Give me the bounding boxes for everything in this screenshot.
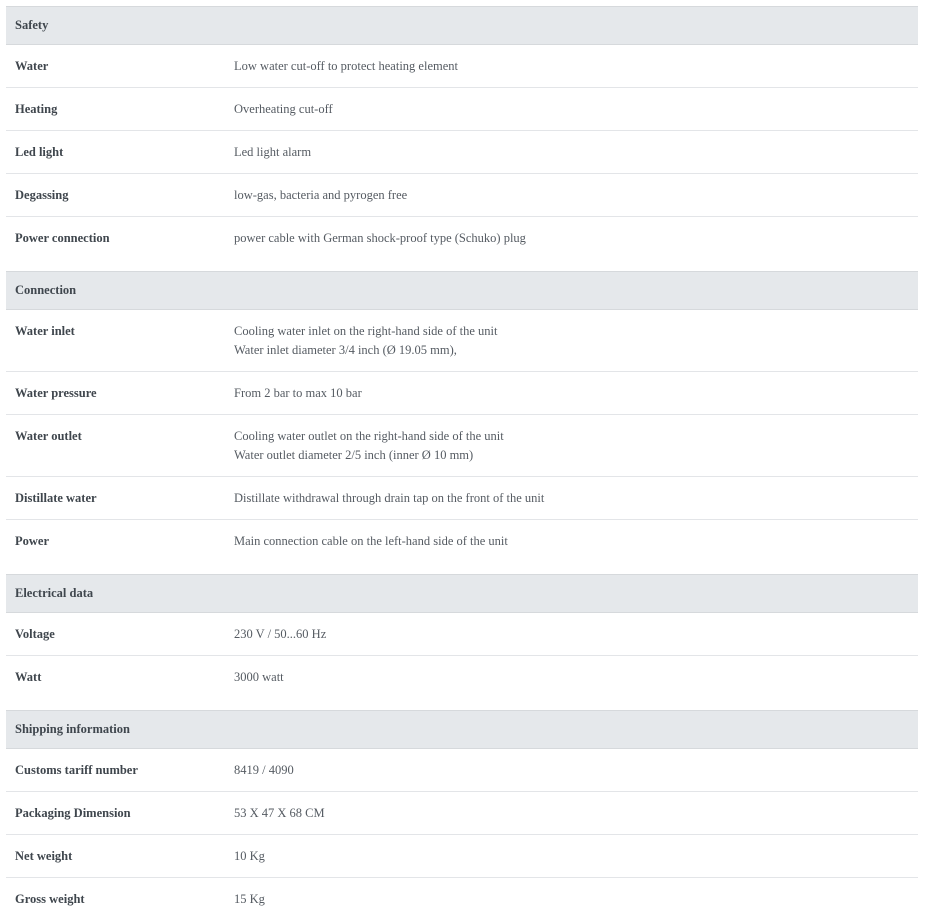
section-title: Safety (6, 6, 918, 45)
spec-row: Net weight 10 Kg (6, 835, 918, 878)
spec-label: Led light (15, 145, 64, 159)
spec-value: Cooling water inlet on the right-hand si… (234, 322, 918, 360)
spec-section: Electrical data Voltage 230 V / 50...60 Hz… (6, 574, 918, 698)
spec-row: Voltage 230 V / 50...60 Hz (6, 613, 918, 656)
spec-value-line: Cooling water inlet on the right-hand si… (234, 324, 498, 338)
spec-row: Gross weight 15 Kg (6, 878, 918, 920)
spec-section: Safety Water Low water cut-off to protect … (6, 6, 918, 259)
spec-value: Distillate withdrawal through drain tap … (234, 489, 918, 508)
section-title: Shipping information (6, 710, 918, 749)
spec-row: Power Main connection cable on the left-h… (6, 520, 918, 562)
spec-value-line: low-gas, bacteria and pyrogen free (234, 188, 408, 202)
spec-value: power cable with German shock-proof type… (234, 229, 918, 248)
spec-row: Degassing low-gas, bacteria and pyrogen f… (6, 174, 918, 217)
spec-value: Overheating cut-off (234, 100, 918, 119)
spec-label: Customs tariff number (15, 763, 138, 777)
spec-value: Low water cut-off to protect heating ele… (234, 57, 918, 76)
spec-label: Water outlet (15, 429, 82, 443)
spec-section: Connection Water inlet Cooling water inlet… (6, 271, 918, 562)
spec-value-line: 230 V / 50...60 Hz (234, 627, 327, 641)
spec-row: Distillate water Distillate withdrawal th… (6, 477, 918, 520)
spec-row: Power connection power cable with German … (6, 217, 918, 259)
spec-value-line: Water inlet diameter 3/4 inch (Ø 19.05 m… (234, 343, 457, 357)
spec-value-line: 53 X 47 X 68 CM (234, 806, 325, 820)
spec-row: Water Low water cut-off to protect heatin… (6, 45, 918, 88)
spec-label: Water (15, 59, 49, 73)
spec-label: Power (15, 534, 50, 548)
spec-value: Main connection cable on the left-hand s… (234, 532, 918, 551)
spec-label: Voltage (15, 627, 55, 641)
spec-label: Power connection (15, 231, 110, 245)
spec-value: Cooling water outlet on the right-hand s… (234, 427, 918, 465)
spec-row: Watt 3000 watt (6, 656, 918, 698)
spec-value-line: Water outlet diameter 2/5 inch (inner Ø … (234, 448, 474, 462)
spec-value-line: Overheating cut-off (234, 102, 333, 116)
spec-value: Led light alarm (234, 143, 918, 162)
spec-value-line: 8419 / 4090 (234, 763, 294, 777)
spec-value: low-gas, bacteria and pyrogen free (234, 186, 918, 205)
spec-value: 15 Kg (234, 890, 918, 909)
spec-value: 53 X 47 X 68 CM (234, 804, 918, 823)
spec-label: Packaging Dimension (15, 806, 131, 820)
spec-value-line: 15 Kg (234, 892, 265, 906)
spec-label: Heating (15, 102, 58, 116)
spec-value-line: power cable with German shock-proof type… (234, 231, 526, 245)
spec-label: Gross weight (15, 892, 85, 906)
spec-section: Shipping information Customs tariff numbe… (6, 710, 918, 920)
spec-value: 8419 / 4090 (234, 761, 918, 780)
spec-value-line: Low water cut-off to protect heating ele… (234, 59, 458, 73)
spec-value-line: 3000 watt (234, 670, 284, 684)
spec-value: 10 Kg (234, 847, 918, 866)
spec-label: Water inlet (15, 324, 75, 338)
spec-label: Degassing (15, 188, 69, 202)
spec-table: Safety Water Low water cut-off to protect … (6, 6, 918, 920)
spec-row: Heating Overheating cut-off (6, 88, 918, 131)
spec-row: Water inlet Cooling water inlet on the ri… (6, 310, 918, 372)
spec-row: Water pressure From 2 bar to max 10 bar (6, 372, 918, 415)
spec-value: 230 V / 50...60 Hz (234, 625, 918, 644)
spec-value-line: 10 Kg (234, 849, 265, 863)
section-title: Connection (6, 271, 918, 310)
spec-value-line: Cooling water outlet on the right-hand s… (234, 429, 504, 443)
spec-value-line: Led light alarm (234, 145, 312, 159)
spec-row: Customs tariff number 8419 / 4090 (6, 749, 918, 792)
spec-value-line: From 2 bar to max 10 bar (234, 386, 362, 400)
spec-value: From 2 bar to max 10 bar (234, 384, 918, 403)
section-title: Electrical data (6, 574, 918, 613)
spec-label: Distillate water (15, 491, 97, 505)
spec-row: Led light Led light alarm (6, 131, 918, 174)
spec-label: Water pressure (15, 386, 97, 400)
spec-row: Water outlet Cooling water outlet on the … (6, 415, 918, 477)
spec-value-line: Distillate withdrawal through drain tap … (234, 491, 545, 505)
spec-value-line: Main connection cable on the left-hand s… (234, 534, 508, 548)
spec-label: Watt (15, 670, 42, 684)
spec-value: 3000 watt (234, 668, 918, 687)
spec-row: Packaging Dimension 53 X 47 X 68 CM (6, 792, 918, 835)
spec-label: Net weight (15, 849, 73, 863)
